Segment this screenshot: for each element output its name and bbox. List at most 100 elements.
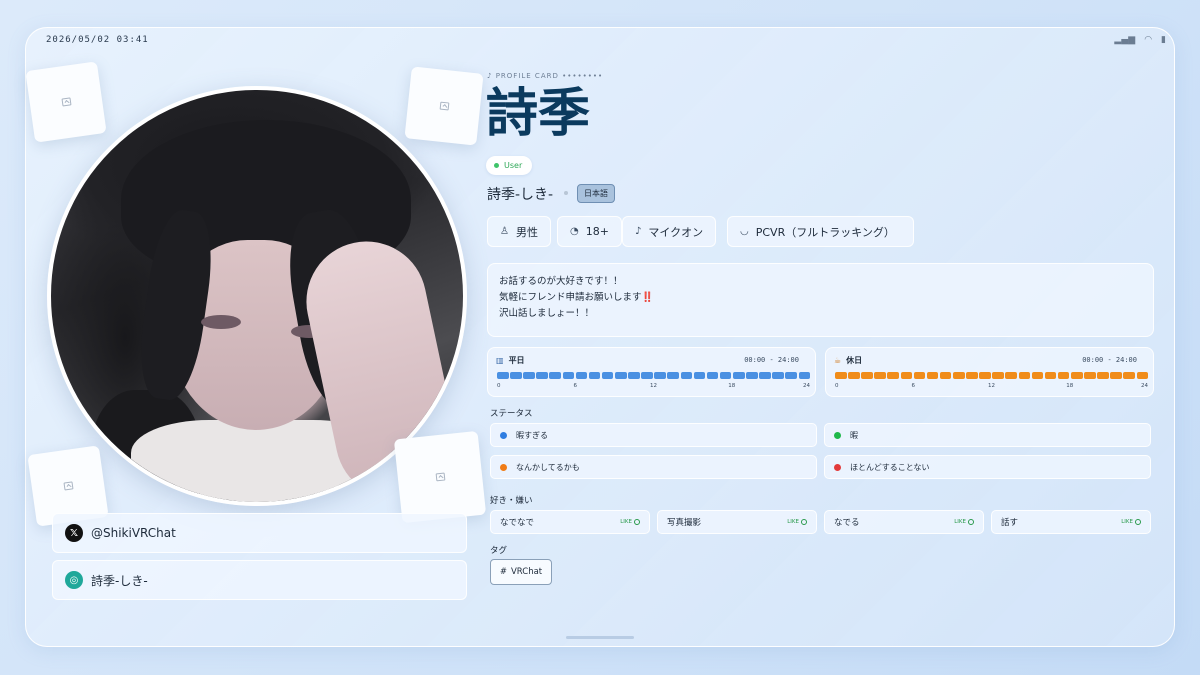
person-icon: ♙ bbox=[500, 226, 509, 237]
coffee-icon: ☕ bbox=[834, 356, 842, 365]
hour-segment bbox=[523, 372, 535, 379]
tag-label: VRChat bbox=[510, 567, 543, 577]
hour-segment bbox=[588, 372, 601, 379]
status-dot-icon bbox=[500, 431, 507, 439]
like-label: なでなで bbox=[500, 518, 535, 528]
hour-segment bbox=[628, 372, 640, 379]
separator-dot bbox=[564, 191, 568, 195]
schedule-ticks: 0 6 12 18 24 bbox=[835, 383, 1148, 391]
bio-line: お話するのが大好きです！！ bbox=[499, 276, 623, 287]
building-icon: ▥ bbox=[496, 356, 504, 365]
hour-segment bbox=[759, 372, 771, 379]
check-circle-icon bbox=[968, 519, 974, 525]
hour-segment bbox=[562, 372, 575, 379]
like-item: なでる LIKE bbox=[824, 510, 984, 534]
hour-segment bbox=[614, 372, 627, 379]
photo-placeholder-top-left[interactable] bbox=[25, 61, 107, 143]
hour-segment bbox=[979, 372, 991, 379]
status-dot-icon bbox=[834, 463, 841, 471]
hour-segment bbox=[848, 372, 860, 379]
schedule-weekday: ▥ 平日 00:00 - 24:00 0 6 12 18 24 bbox=[487, 347, 816, 397]
like-item: 話す LIKE bbox=[991, 510, 1151, 534]
status-item: なんかしてるかも bbox=[490, 455, 817, 479]
hour-tick-label: 6 bbox=[573, 383, 578, 389]
hour-segment bbox=[706, 372, 719, 379]
hour-tick-label: 0 bbox=[497, 383, 501, 389]
like-badge-text: LIKE bbox=[620, 519, 632, 525]
like-item: なでなで LIKE bbox=[490, 510, 650, 534]
status-label: 暇 bbox=[850, 430, 858, 440]
gamepad-icon: ◎ bbox=[65, 571, 83, 589]
hour-segment bbox=[926, 372, 939, 379]
tag-chip[interactable]: # VRChat bbox=[490, 559, 552, 585]
hour-segment bbox=[549, 372, 562, 379]
battery-icon: ▮ bbox=[1161, 35, 1166, 45]
hour-segment bbox=[510, 372, 522, 379]
hour-segment bbox=[1136, 372, 1149, 379]
wifi-icon: ◠ bbox=[1144, 35, 1153, 45]
schedule-range: 00:00 - 24:00 bbox=[744, 356, 799, 364]
hour-segment bbox=[680, 372, 693, 379]
attr-label: PCVR（フルトラッキング） bbox=[755, 225, 895, 239]
like-item: 写真撮影 LIKE bbox=[657, 510, 817, 534]
hour-segment bbox=[913, 372, 926, 379]
photo-placeholder-top-right[interactable] bbox=[404, 66, 484, 146]
schedule-label: 平日 bbox=[508, 356, 525, 365]
image-icon bbox=[439, 101, 449, 111]
hour-tick-label: 12 bbox=[988, 383, 995, 389]
like-label: 話す bbox=[1001, 518, 1019, 528]
status-heading: ステータス bbox=[490, 409, 533, 419]
twitter-handle: @ShikiVRChat bbox=[91, 526, 176, 540]
attr-label: 18+ bbox=[585, 225, 609, 238]
hour-segment bbox=[641, 372, 653, 379]
schedule-holiday: ☕ 休日 00:00 - 24:00 0 6 12 18 24 bbox=[825, 347, 1154, 397]
status-dot-icon bbox=[500, 463, 507, 471]
schedule-bar bbox=[497, 372, 811, 379]
hour-segment bbox=[497, 372, 509, 379]
hour-tick-label: 18 bbox=[728, 383, 736, 389]
hour-segment bbox=[835, 372, 847, 379]
hour-segment bbox=[798, 372, 811, 379]
photo-placeholder-bottom-right[interactable] bbox=[393, 430, 487, 524]
vrchat-link[interactable]: ◎ 詩季-しき- bbox=[52, 560, 467, 600]
status-dot-icon bbox=[834, 431, 841, 439]
hour-tick-label: 24 bbox=[1141, 383, 1148, 389]
hour-segment bbox=[1057, 372, 1070, 379]
profile-name: 詩季 bbox=[486, 83, 591, 144]
like-badge: LIKE bbox=[954, 519, 974, 525]
schedule-label: 休日 bbox=[846, 356, 863, 365]
like-badge: LIKE bbox=[620, 519, 640, 525]
schedule-bar bbox=[835, 372, 1149, 379]
hour-segment bbox=[1044, 372, 1057, 379]
role-label: User bbox=[504, 161, 523, 170]
section-kicker: ♪ PROFILE CARD •••••••• bbox=[487, 72, 604, 80]
hour-segment bbox=[861, 372, 873, 379]
hour-segment bbox=[746, 372, 758, 379]
hour-segment bbox=[1110, 372, 1122, 379]
attr-platform: ◡ PCVR（フルトラッキング） bbox=[727, 216, 914, 247]
role-badge: User bbox=[486, 156, 533, 175]
home-indicator[interactable] bbox=[566, 636, 634, 639]
hour-segment bbox=[1005, 372, 1018, 379]
hour-segment bbox=[1123, 372, 1136, 379]
twitter-link[interactable]: 𝕏 @ShikiVRChat bbox=[52, 513, 467, 553]
hour-segment bbox=[887, 372, 900, 379]
image-icon bbox=[435, 472, 445, 482]
bio-line: 気軽にフレンド申請お願いします‼️ bbox=[499, 292, 654, 303]
hash-icon: # bbox=[499, 567, 507, 577]
hour-segment bbox=[654, 372, 666, 379]
age-icon: ◔ bbox=[570, 226, 579, 237]
schedule-ticks: 0 6 12 18 24 bbox=[497, 383, 810, 391]
hour-segment bbox=[939, 372, 952, 379]
hour-segment bbox=[772, 372, 784, 379]
like-label: なでる bbox=[834, 518, 860, 528]
like-label: 写真撮影 bbox=[667, 518, 702, 528]
likes-heading: 好き・嫌い bbox=[490, 496, 533, 506]
hour-segment bbox=[536, 372, 548, 379]
hour-tick-label: 24 bbox=[803, 383, 810, 389]
like-badge: LIKE bbox=[1121, 519, 1141, 525]
hour-segment bbox=[992, 372, 1004, 379]
hour-segment bbox=[601, 372, 614, 379]
check-circle-icon bbox=[801, 519, 807, 525]
attr-gender: ♙ 男性 bbox=[487, 216, 551, 247]
